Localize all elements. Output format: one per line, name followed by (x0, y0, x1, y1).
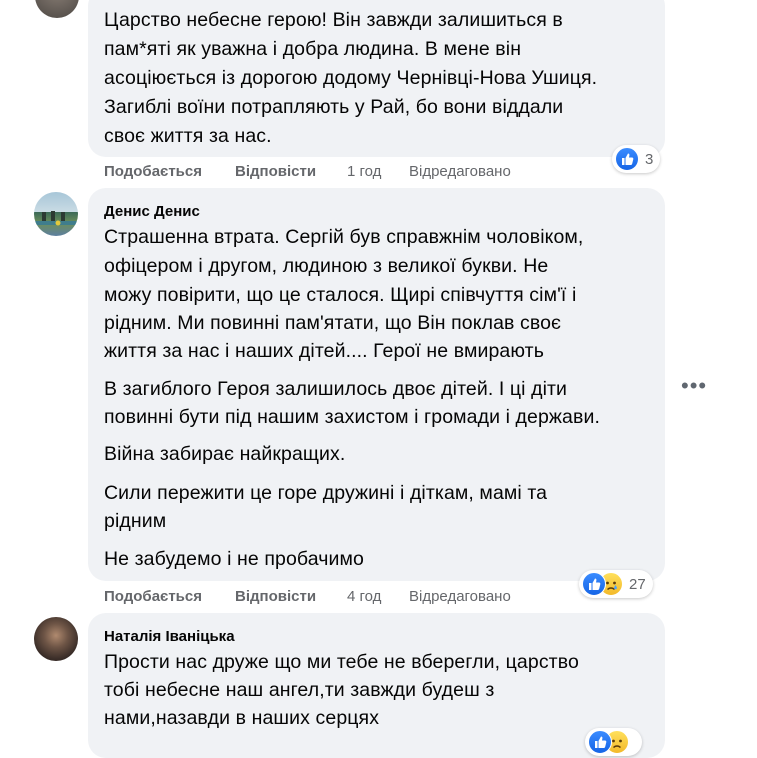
reaction-summary[interactable]: 3 (612, 145, 661, 173)
like-icon (588, 730, 612, 754)
comment-author[interactable]: Денис Денис (104, 203, 200, 221)
more-options-icon[interactable]: ••• (681, 375, 707, 397)
reaction-count: 27 (629, 575, 646, 593)
comment-text: асоціюється із дорогою додому Чернівці-Н… (104, 67, 598, 89)
comment-actions: Подобається Відповісти 1 год Відредагова… (104, 162, 624, 182)
comment-text: своє життя за нас. (104, 125, 272, 147)
reply-button[interactable]: Відповісти (235, 587, 316, 607)
comment-text: Прости нас друже що ми тебе не вберегли,… (104, 651, 579, 673)
comment-text: Війна забирає найкращих. (104, 443, 346, 465)
edited-label: Відредаговано (409, 163, 511, 180)
comment-text: Загиблі воїни потрапляють у Рай, бо вони… (104, 96, 564, 118)
like-button[interactable]: Подобається (104, 162, 202, 182)
comment-text: рідним. Ми повинні пам'ятати, що Він пок… (104, 312, 562, 334)
comment-text: Царство небесне герою! Він завжди залиши… (104, 9, 563, 31)
avatar-image (34, 211, 78, 226)
comment-timestamp[interactable]: 1 год (347, 162, 381, 182)
comment-text: життя за нас і наших дітей.... Герої не … (104, 340, 544, 362)
comment-text: офіцером і другом, людиною з великої бук… (104, 255, 549, 277)
reply-button[interactable]: Відповісти (235, 162, 316, 182)
comment-text: Сили пережити це горе дружині і діткам, … (104, 482, 548, 504)
comment-avatar[interactable] (34, 192, 78, 236)
comment-text: Не забудемо і не пробачимо (104, 548, 364, 570)
comment-timestamp[interactable]: 4 год (347, 587, 381, 607)
like-icon (582, 572, 606, 596)
comment-text: Страшенна втрата. Сергій був справжнім ч… (104, 226, 584, 248)
comment-author[interactable]: Наталія Іваніцька (104, 628, 235, 646)
comment-avatar[interactable] (34, 617, 78, 661)
comment-text: тобі небесне наш ангел,ти завжди будеш з (104, 679, 495, 701)
reaction-count: 3 (645, 150, 654, 168)
edited-label: Відредаговано (409, 588, 511, 605)
comment-text: рідним (104, 510, 167, 532)
reaction-summary[interactable] (585, 728, 642, 756)
comment-text: В загиблого Героя залишилось двоє дітей.… (104, 378, 568, 400)
reaction-summary[interactable]: 27 (579, 570, 653, 598)
comment-text: можу повірити, що це сталося. Щирі співч… (104, 284, 577, 306)
comment-text: пам*яті як уважна і добра людина. В мене… (104, 38, 522, 60)
comment-text: нами,назавди в наших серцях (104, 707, 380, 729)
like-button[interactable]: Подобається (104, 587, 202, 607)
comment-avatar[interactable] (35, 0, 79, 18)
comment-actions: Подобається Відповісти 4 год Відредагова… (104, 587, 624, 607)
like-icon (615, 147, 639, 171)
comment-text: повинні бути під нашим захистом і громад… (104, 406, 600, 428)
